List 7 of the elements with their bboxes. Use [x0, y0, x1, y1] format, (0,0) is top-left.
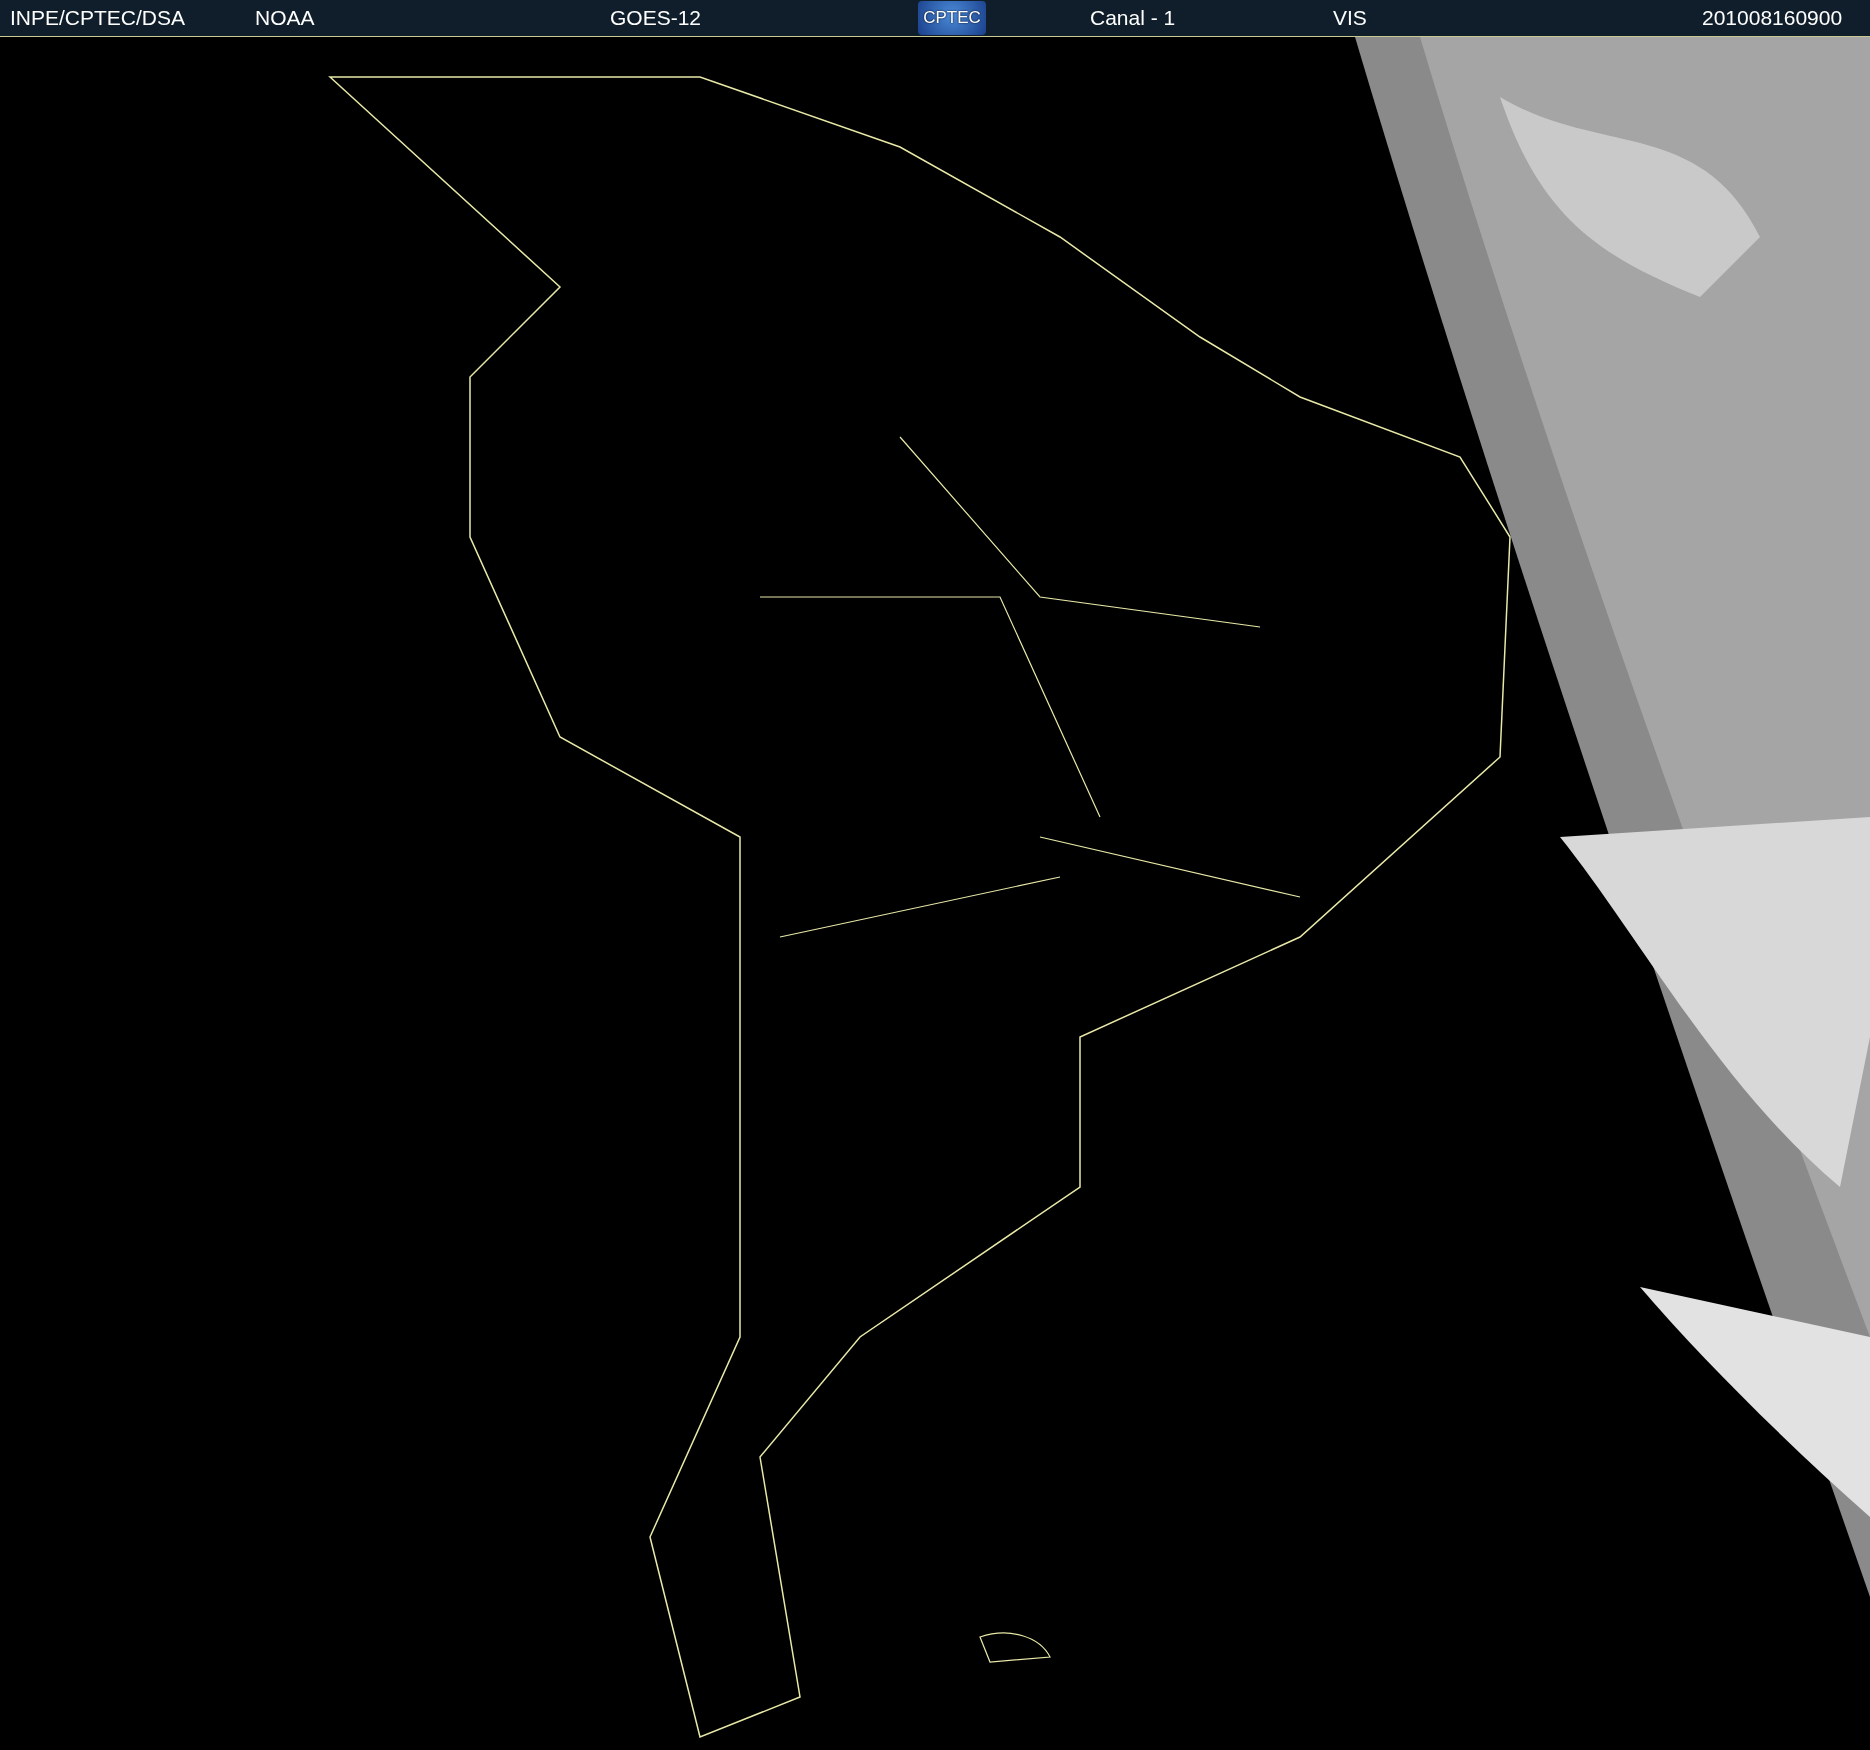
logo: CPTEC [918, 1, 986, 35]
timestamp-label: 201008160900 [1701, 6, 1844, 30]
satellite-label: GOES-12 [609, 6, 703, 30]
channel-label: Canal - 1 [1089, 6, 1177, 30]
source-label: INPE/CPTEC/DSA [9, 6, 187, 30]
agency-label: NOAA [254, 6, 316, 30]
band-label: VIS [1332, 6, 1368, 30]
